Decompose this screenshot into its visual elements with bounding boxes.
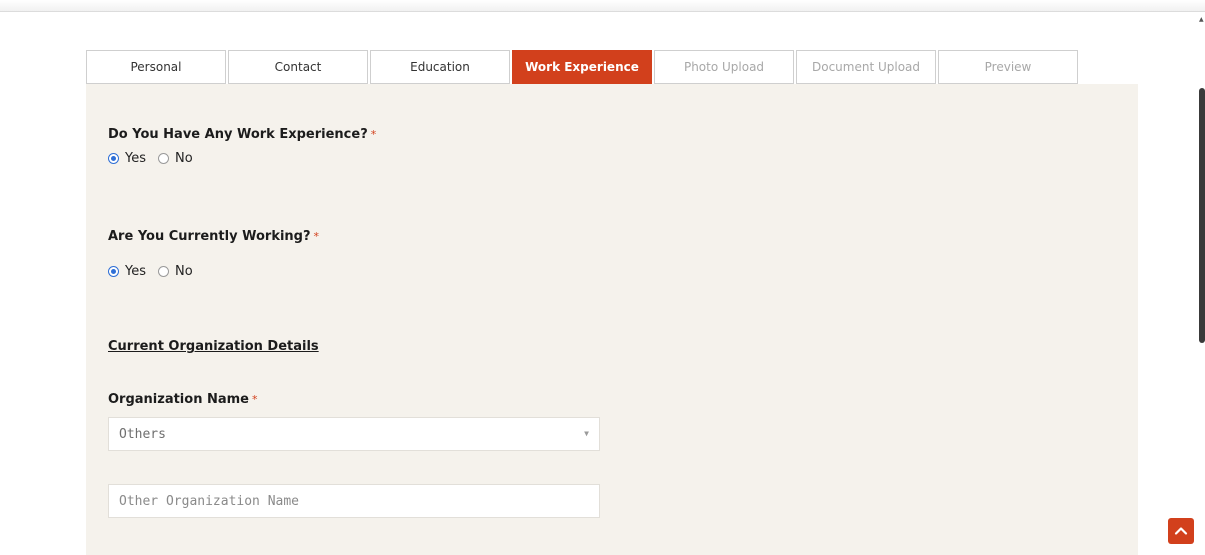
work-experience-options: Yes No [108,151,205,166]
currently-working-yes-radio[interactable] [108,266,119,277]
page-scrollbar[interactable]: ▲ [1199,12,1205,555]
currently-working-yes-label[interactable]: Yes [125,264,146,279]
chevron-up-icon [1174,527,1188,535]
tab-photo-upload[interactable]: Photo Upload [654,50,794,84]
organization-select[interactable]: Others ▼ [108,417,600,451]
work-experience-yes-radio[interactable] [108,153,119,164]
top-strip [0,0,1205,12]
tab-preview[interactable]: Preview [938,50,1078,84]
required-marker: * [313,230,320,243]
section-title-current-organization: Current Organization Details [108,339,319,354]
organization-name-label: Organization Name * [108,392,258,407]
organization-select-value: Others [119,426,166,442]
wizard-tabs: Personal Contact Education Work Experien… [86,50,1080,84]
currently-working-no-radio[interactable] [158,266,169,277]
scrollbar-thumb[interactable] [1199,88,1205,343]
caret-down-icon: ▼ [584,429,589,438]
work-experience-yes-label[interactable]: Yes [125,151,146,166]
work-experience-no-label[interactable]: No [175,151,193,166]
required-marker: * [252,393,258,406]
tab-work-experience[interactable]: Work Experience [512,50,652,84]
required-marker: * [370,128,377,141]
currently-working-options: Yes No [108,264,205,279]
scroll-up-arrow-icon[interactable]: ▲ [1199,16,1204,23]
currently-working-no-label[interactable]: No [175,264,193,279]
organization-name-label-text: Organization Name [108,392,249,407]
tab-contact[interactable]: Contact [228,50,368,84]
tab-document-upload[interactable]: Document Upload [796,50,936,84]
tab-education[interactable]: Education [370,50,510,84]
back-to-top-button[interactable] [1168,518,1194,544]
currently-working-question: Are You Currently Working? * [108,229,319,244]
work-experience-question-text: Do You Have Any Work Experience? [108,127,368,142]
tab-personal[interactable]: Personal [86,50,226,84]
work-experience-question: Do You Have Any Work Experience? * [108,127,376,142]
work-experience-no-radio[interactable] [158,153,169,164]
currently-working-question-text: Are You Currently Working? [108,229,311,244]
other-organization-input[interactable] [108,484,600,518]
